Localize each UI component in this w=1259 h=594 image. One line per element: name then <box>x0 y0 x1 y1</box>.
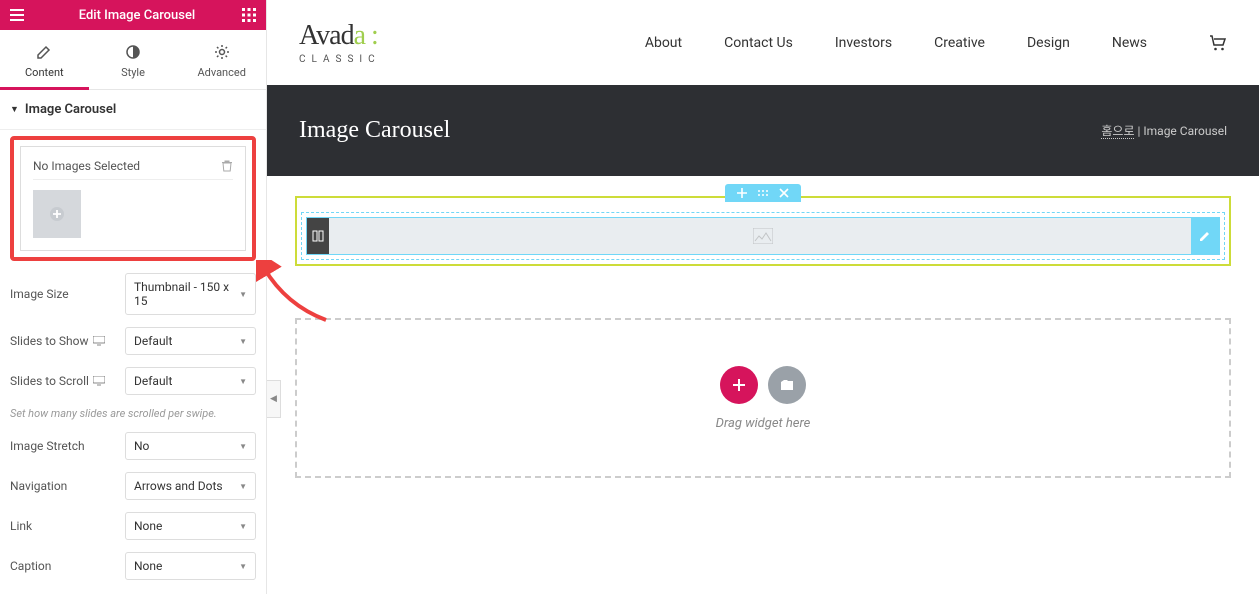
chevron-down-icon: ▼ <box>239 522 247 531</box>
breadcrumb-home-link[interactable]: 홈으로 <box>1101 124 1134 139</box>
section-header-image-carousel[interactable]: ▼ Image Carousel <box>0 90 266 130</box>
select-link-value: None <box>134 519 162 533</box>
caret-down-icon: ▼ <box>10 104 19 115</box>
image-placeholder-icon <box>753 228 773 244</box>
trash-icon[interactable] <box>221 160 233 172</box>
chevron-down-icon: ▼ <box>239 337 247 346</box>
label-image-stretch: Image Stretch <box>10 439 125 453</box>
select-caption-value: None <box>134 559 162 573</box>
tab-content-label: Content <box>25 66 64 79</box>
chevron-down-icon: ▼ <box>239 377 247 386</box>
desktop-icon <box>93 376 105 386</box>
annotation-highlight-box: No Images Selected <box>10 136 256 261</box>
nav-link[interactable]: Contact Us <box>724 35 793 51</box>
select-caption[interactable]: None ▼ <box>125 552 256 580</box>
select-slides-to-scroll[interactable]: Default ▼ <box>125 367 256 395</box>
page-title: Image Carousel <box>299 117 450 144</box>
tab-advanced[interactable]: Advanced <box>177 30 266 89</box>
chevron-down-icon: ▼ <box>239 290 247 299</box>
page-title-bar: Image Carousel 홈으로 | Image Carousel <box>267 85 1259 176</box>
nav-link[interactable]: Creative <box>934 35 985 51</box>
nav-link[interactable]: Design <box>1027 35 1070 51</box>
nav-link[interactable]: News <box>1112 35 1147 51</box>
label-image-size: Image Size <box>10 287 125 301</box>
hint-slides-to-scroll: Set how many slides are scrolled per swi… <box>10 407 256 420</box>
select-image-size[interactable]: Thumbnail - 150 x 15 ▼ <box>125 273 256 315</box>
select-slides-to-show-value: Default <box>134 334 172 348</box>
nav-link[interactable]: About <box>645 35 682 51</box>
tab-style-label: Style <box>121 66 145 79</box>
cart-icon[interactable] <box>1209 35 1227 51</box>
label-slides-to-scroll: Slides to Scroll <box>10 374 125 388</box>
breadcrumb: 홈으로 | Image Carousel <box>1101 122 1227 139</box>
select-navigation-value: Arrows and Dots <box>134 479 223 493</box>
preview-canvas: Avada : CLASSIC About Contact Us Investo… <box>267 0 1259 594</box>
site-header: Avada : CLASSIC About Contact Us Investo… <box>267 0 1259 85</box>
editor-tabs: Content Style Advanced <box>0 30 266 90</box>
label-navigation: Navigation <box>10 479 125 493</box>
chevron-down-icon: ▼ <box>239 482 247 491</box>
section-drag-icon[interactable] <box>757 189 769 197</box>
dropzone-text: Drag widget here <box>716 416 811 431</box>
tab-style[interactable]: Style <box>89 30 178 89</box>
site-nav: About Contact Us Investors Creative Desi… <box>645 35 1227 51</box>
sidebar-title: Edit Image Carousel <box>32 8 242 23</box>
template-library-button[interactable] <box>768 366 806 404</box>
site-logo[interactable]: Avada : CLASSIC <box>299 20 381 65</box>
select-slides-to-show[interactable]: Default ▼ <box>125 327 256 355</box>
select-image-stretch-value: No <box>134 439 149 453</box>
tab-content[interactable]: Content <box>0 30 89 89</box>
sidebar-header: Edit Image Carousel <box>0 0 266 30</box>
image-selection-label: No Images Selected <box>33 159 140 173</box>
add-image-button[interactable] <box>33 190 81 238</box>
editor-column[interactable] <box>301 212 1225 260</box>
apps-grid-icon[interactable] <box>242 8 256 22</box>
tab-advanced-label: Advanced <box>197 66 245 79</box>
image-carousel-widget[interactable] <box>306 217 1220 255</box>
select-image-stretch[interactable]: No ▼ <box>125 432 256 460</box>
nav-link[interactable]: Investors <box>835 35 892 51</box>
widget-dropzone[interactable]: Drag widget here <box>295 318 1231 478</box>
section-add-icon[interactable] <box>737 188 747 198</box>
select-image-size-value: Thumbnail - 150 x 15 <box>134 280 239 308</box>
section-close-icon[interactable] <box>779 188 789 198</box>
select-slides-to-scroll-value: Default <box>134 374 172 388</box>
label-slides-to-show: Slides to Show <box>10 334 125 348</box>
menu-icon[interactable] <box>10 9 24 21</box>
breadcrumb-current: Image Carousel <box>1143 124 1227 138</box>
section-title: Image Carousel <box>25 102 116 117</box>
label-caption: Caption <box>10 559 125 573</box>
image-selection-box: No Images Selected <box>20 146 246 251</box>
widget-edit-button[interactable] <box>1191 218 1219 254</box>
section-toolbar <box>725 184 801 202</box>
add-section-button[interactable] <box>720 366 758 404</box>
chevron-down-icon: ▼ <box>239 442 247 451</box>
label-link: Link <box>10 519 125 533</box>
select-link[interactable]: None ▼ <box>125 512 256 540</box>
desktop-icon <box>93 336 105 346</box>
sidebar-collapse-handle[interactable]: ◀ <box>267 380 281 418</box>
editor-sidebar: Edit Image Carousel Content Style Advanc… <box>0 0 267 594</box>
select-navigation[interactable]: Arrows and Dots ▼ <box>125 472 256 500</box>
editor-section[interactable] <box>295 196 1231 266</box>
chevron-down-icon: ▼ <box>239 562 247 571</box>
column-handle-icon[interactable] <box>307 218 329 254</box>
